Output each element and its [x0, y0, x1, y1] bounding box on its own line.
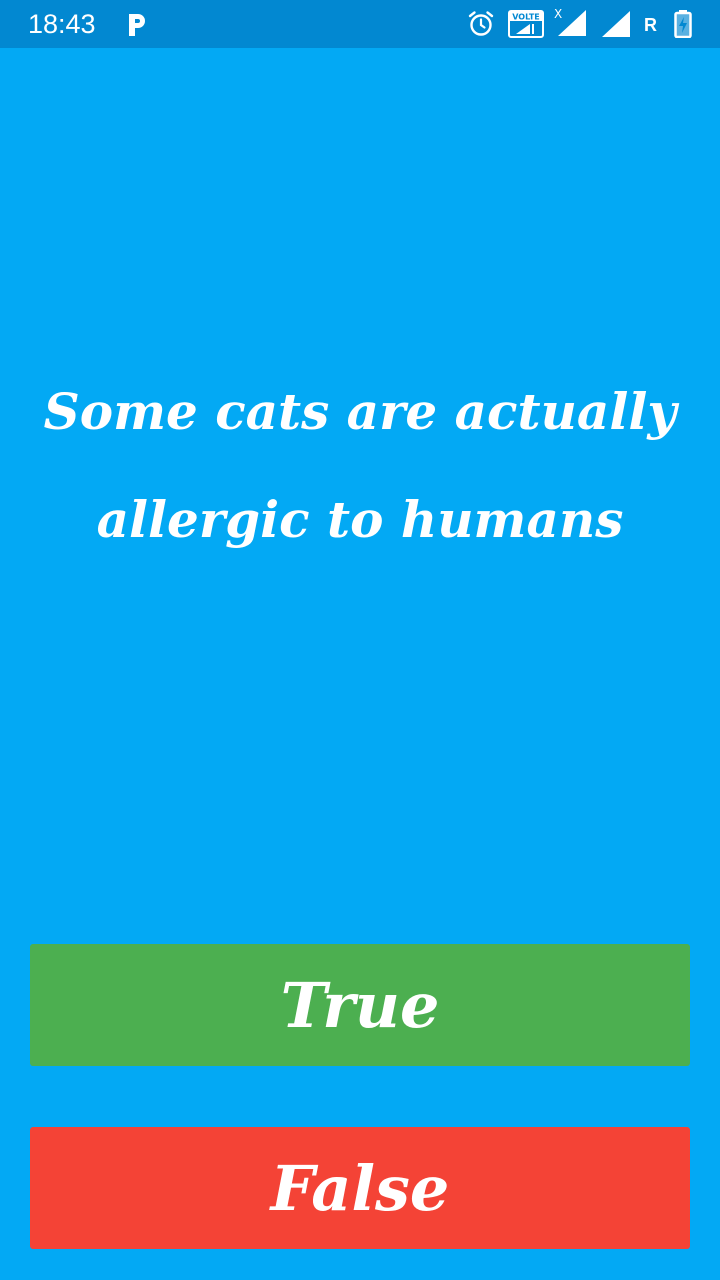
signal-x-icon: X — [554, 7, 586, 36]
false-button[interactable]: False — [30, 1127, 690, 1249]
volte-label: VOLTE — [512, 13, 540, 22]
true-button-label: True — [280, 968, 440, 1042]
p-app-icon — [129, 14, 145, 36]
true-button[interactable]: True — [30, 944, 690, 1066]
false-button-label: False — [270, 1151, 450, 1225]
signal-icon — [602, 11, 630, 37]
battery-charging-icon — [674, 10, 692, 38]
roaming-indicator: R — [644, 15, 657, 35]
volte-icon: VOLTE — [508, 10, 544, 38]
status-time: 18:43 — [28, 9, 96, 39]
alarm-icon — [468, 11, 494, 36]
question-text: Some cats are actually allergic to human… — [43, 382, 677, 549]
status-bar: 18:43 VOLTE X R — [0, 0, 720, 48]
signal-x-badge: X — [554, 7, 562, 21]
